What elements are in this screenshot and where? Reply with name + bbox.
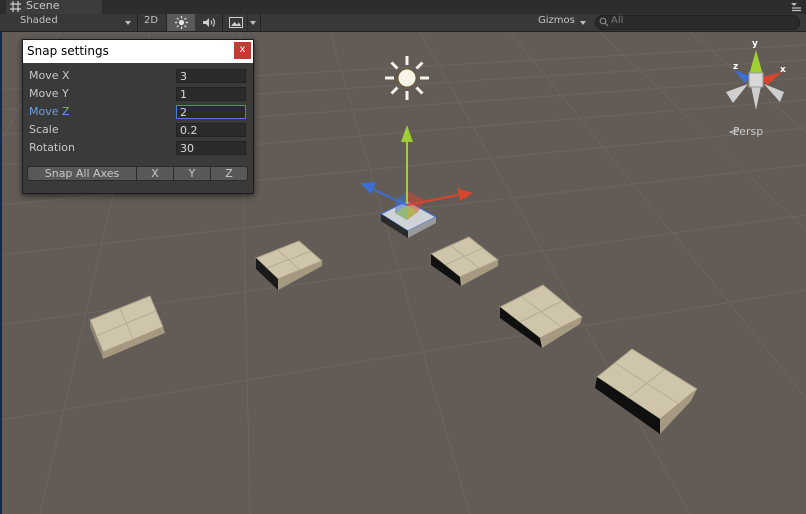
scale-field[interactable]: 0.2 xyxy=(176,123,246,137)
window-edge xyxy=(0,32,2,514)
scene-toolbar: Shaded 2D Gizmos All xyxy=(0,14,806,32)
gizmo-z-label: z xyxy=(733,62,738,72)
toggle-2d-label: 2D xyxy=(144,15,159,26)
gizmo-x-label: x xyxy=(780,65,786,75)
effects-dropdown[interactable] xyxy=(223,14,259,31)
move-y-field[interactable]: 1 xyxy=(176,87,246,101)
tab-scene[interactable]: Scene xyxy=(6,0,102,14)
snap-settings-window: Snap settings x Move X 3 Move Y 1 Move Z… xyxy=(22,39,254,194)
snap-x-button[interactable]: X xyxy=(136,166,174,181)
snap-button-bar: Snap All Axes X Y Z xyxy=(27,166,248,181)
close-button[interactable]: x xyxy=(234,42,251,59)
snap-y-button[interactable]: Y xyxy=(173,166,211,181)
move-y-label: Move Y xyxy=(29,87,69,100)
search-placeholder: All xyxy=(611,15,624,26)
scene-tile[interactable] xyxy=(499,284,583,348)
move-z-label: Move Z xyxy=(29,105,70,118)
rotation-field[interactable]: 30 xyxy=(176,141,246,155)
shading-mode-label: Shaded xyxy=(20,15,58,26)
search-input[interactable]: All xyxy=(595,15,800,30)
y-axis-arrow xyxy=(401,125,413,142)
scene-tile[interactable] xyxy=(89,295,165,359)
audio-toggle-button[interactable] xyxy=(196,14,222,31)
chevron-down-icon xyxy=(125,21,131,25)
gizmos-dropdown[interactable]: Gizmos xyxy=(533,14,590,31)
chevron-down-icon xyxy=(250,21,256,25)
search-icon xyxy=(599,17,609,27)
lighting-toggle-button[interactable] xyxy=(167,14,195,31)
chevron-down-icon xyxy=(580,21,586,25)
z-axis-arrow xyxy=(360,182,376,194)
scale-label: Scale xyxy=(29,123,59,136)
gizmo-y-label: y xyxy=(752,39,758,49)
snap-settings-titlebar[interactable]: Snap settings x xyxy=(23,40,253,63)
tab-menu-icon[interactable] xyxy=(790,2,802,12)
move-z-field[interactable]: 2 xyxy=(176,105,246,119)
snap-all-axes-button[interactable]: Snap All Axes xyxy=(27,166,137,181)
toggle-2d-button[interactable]: 2D xyxy=(138,14,166,31)
scene-tile[interactable] xyxy=(595,348,698,434)
move-x-label: Move X xyxy=(29,69,70,82)
scene-tile[interactable] xyxy=(430,236,499,286)
tab-scene-label: Scene xyxy=(26,0,60,12)
gizmos-label: Gizmos xyxy=(538,15,575,26)
move-gizmo[interactable] xyxy=(360,125,473,220)
directional-light-icon xyxy=(385,56,429,100)
window-title: Snap settings xyxy=(27,44,109,58)
shading-mode-dropdown[interactable]: Shaded xyxy=(0,14,136,31)
snap-z-button[interactable]: Z xyxy=(210,166,248,181)
projection-label[interactable]: Persp xyxy=(733,125,763,138)
rotation-label: Rotation xyxy=(29,141,76,154)
image-icon xyxy=(229,17,243,28)
move-x-field[interactable]: 3 xyxy=(176,69,246,83)
tab-strip: Scene xyxy=(0,0,806,14)
sun-icon xyxy=(175,16,188,29)
scene-grid-icon xyxy=(10,1,21,12)
toolbar-divider xyxy=(260,14,261,31)
speaker-icon xyxy=(203,18,216,27)
x-axis-arrow xyxy=(457,188,473,201)
